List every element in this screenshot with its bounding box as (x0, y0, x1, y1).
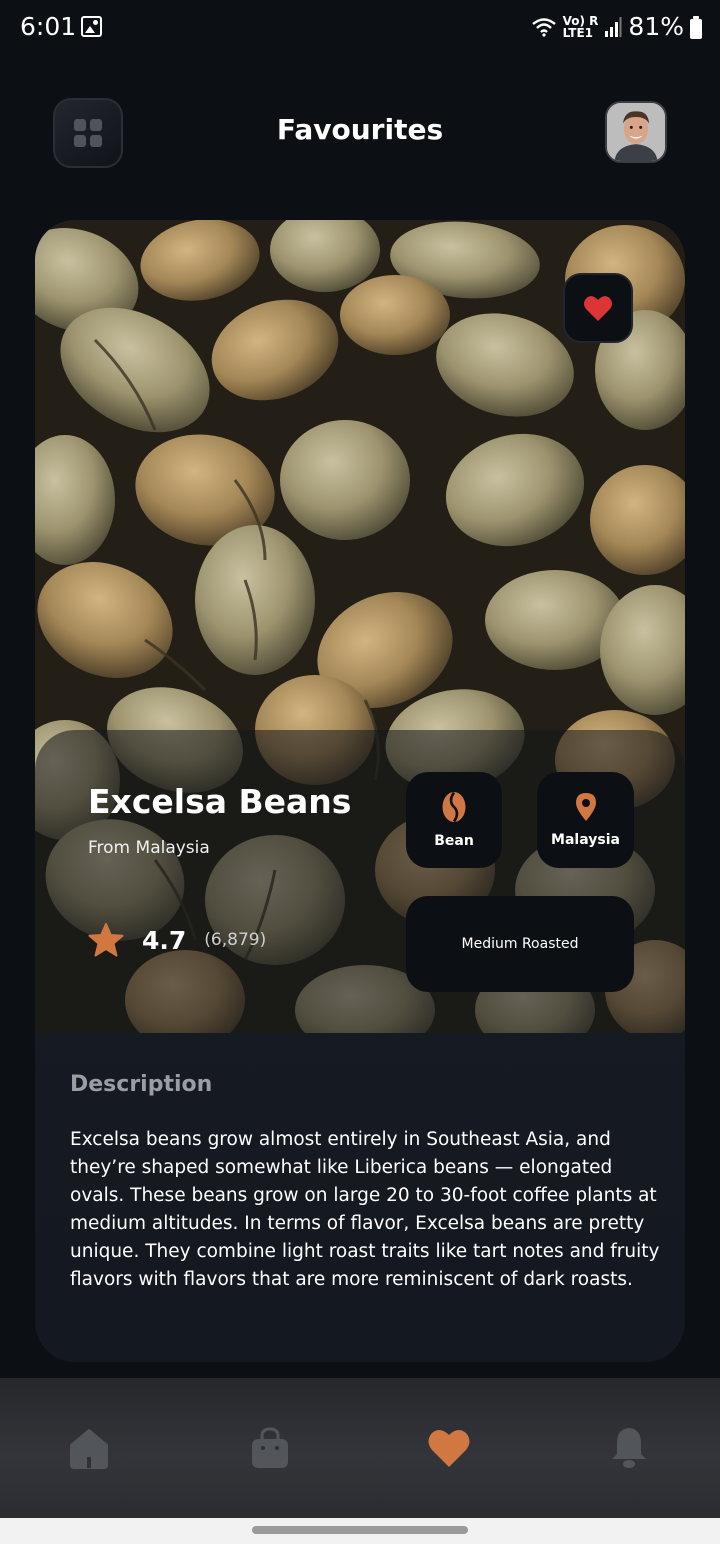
shopping-bag-icon (252, 1427, 288, 1468)
heart-icon (584, 295, 612, 321)
avatar[interactable] (605, 101, 667, 163)
status-bar: 6:01 Vo) R LTE1 81% (0, 0, 720, 54)
coffee-name: Excelsa Beans (88, 782, 352, 821)
battery-icon (690, 15, 702, 39)
system-navigation-bar (0, 1518, 720, 1544)
bottom-navigation (0, 1378, 720, 1518)
coffee-info-panel: Excelsa Beans From Malaysia 4.7 (6,879) … (35, 730, 685, 1033)
description-title: Description (70, 1072, 213, 1097)
rating-row: 4.7 (6,879) (88, 923, 266, 957)
nav-favourites[interactable] (427, 1426, 471, 1470)
home-indicator[interactable] (252, 1526, 468, 1534)
rating-value: 4.7 (142, 925, 187, 955)
gallery-notification-icon (81, 16, 102, 37)
nav-notifications[interactable] (607, 1426, 651, 1470)
favourite-toggle-button[interactable] (563, 273, 633, 343)
chip-roast-label: Medium Roasted (461, 936, 579, 952)
chip-origin: Malaysia (537, 772, 634, 868)
avatar-image (607, 103, 665, 161)
description-text: Excelsa beans grow almost entirely in So… (70, 1129, 660, 1290)
rating-count: (6,879) (204, 930, 267, 950)
favourites-screen: 6:01 Vo) R LTE1 81% Favourites Excelsa B… (0, 0, 720, 1544)
star-icon (88, 923, 124, 957)
status-time: 6:01 (20, 12, 77, 41)
wifi-icon (531, 17, 556, 37)
chip-bean-label: Bean (434, 833, 474, 849)
coffee-bean-icon (442, 791, 466, 823)
nav-cart[interactable] (248, 1426, 292, 1470)
chip-roast: Medium Roasted (406, 896, 634, 992)
home-icon (70, 1429, 108, 1469)
coffee-card[interactable]: Excelsa Beans From Malaysia 4.7 (6,879) … (35, 220, 685, 1362)
location-pin-icon (575, 793, 596, 821)
network-type-label: Vo) R LTE1 (562, 13, 599, 40)
cell-signal-icon (605, 16, 622, 37)
heart-icon (428, 1429, 470, 1467)
bell-icon (612, 1428, 646, 1468)
nav-home[interactable] (67, 1426, 111, 1470)
chip-origin-label: Malaysia (551, 832, 620, 848)
status-indicators: Vo) R LTE1 81% (531, 12, 702, 41)
coffee-origin: From Malaysia (88, 838, 210, 858)
battery-percent: 81% (628, 12, 684, 41)
chip-bean-type: Bean (406, 772, 502, 868)
